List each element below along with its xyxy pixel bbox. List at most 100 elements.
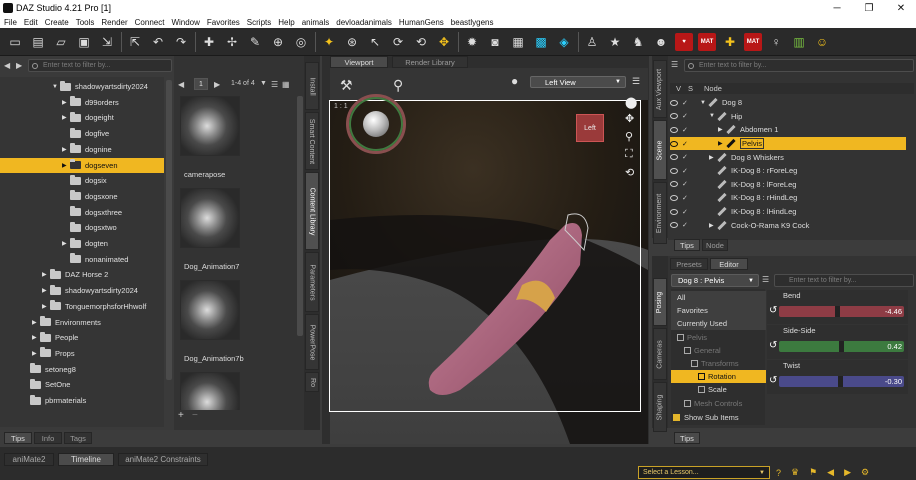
scene-node-row[interactable]: ✓ ▼ Dog 8 <box>670 96 906 110</box>
side-tab-cameras[interactable]: Cameras <box>653 328 667 380</box>
pan-icon[interactable]: ✥ <box>625 112 634 125</box>
active-pose-icon[interactable]: ✦ <box>320 33 338 51</box>
content-tree-item[interactable]: dogsxthree <box>0 205 164 220</box>
gizmo-sphere-icon[interactable] <box>363 111 389 137</box>
chevron-right-icon[interactable]: ▶ <box>32 334 40 341</box>
timeline-tab-timeline[interactable]: Timeline <box>58 453 114 466</box>
menu-edit[interactable]: Edit <box>24 18 38 27</box>
content-thumbnail[interactable] <box>180 280 240 340</box>
select-toggle-icon[interactable]: ✓ <box>682 112 692 120</box>
content-tree-item[interactable]: ▶ dognine <box>0 142 164 157</box>
visibility-eye-icon[interactable] <box>670 167 678 174</box>
rotate-2-icon[interactable]: ⟲ <box>412 33 430 51</box>
reset-icon[interactable]: ↺ <box>769 305 777 316</box>
side-tab-environment[interactable]: Environment <box>653 182 667 244</box>
chevron-right-icon[interactable]: ▶ <box>42 303 50 310</box>
chevron-right-icon[interactable]: ▶ <box>709 154 717 161</box>
scene-header-node[interactable]: Node <box>704 84 722 93</box>
chevron-down-icon[interactable]: ▼ <box>700 100 708 106</box>
visibility-eye-icon[interactable] <box>670 222 678 229</box>
remove-icon[interactable]: − <box>192 410 198 421</box>
scene-filter-input[interactable]: Enter text to filter by... <box>684 59 914 72</box>
camera-icon[interactable]: ◙ <box>486 33 504 51</box>
side-tab-scene[interactable]: Scene <box>653 120 667 180</box>
chevron-right-icon[interactable]: ▶ <box>62 162 70 169</box>
menu-help[interactable]: Help <box>278 18 294 27</box>
page-number[interactable]: 1 <box>194 78 208 90</box>
mannequin-icon[interactable]: ☺ <box>813 33 831 51</box>
chevron-right-icon[interactable]: ▶ <box>62 240 70 247</box>
timeline-tab-animate2-constraints[interactable]: aniMate2 Constraints <box>118 453 208 466</box>
menu-humangens[interactable]: HumanGens <box>399 18 444 27</box>
slider-value[interactable]: -0.30 <box>885 377 902 386</box>
scene-menu-icon[interactable]: ☰ <box>671 60 678 69</box>
orbit-icon[interactable]: ⬤ <box>625 96 637 109</box>
scene-node-row[interactable]: ✓ ▶ Pelvis <box>670 136 906 151</box>
joint-tool-icon[interactable]: ✢ <box>223 33 241 51</box>
visibility-eye-icon[interactable] <box>670 140 678 147</box>
select-toggle-icon[interactable]: ✓ <box>682 140 692 148</box>
tree-scrollbar[interactable] <box>166 80 172 380</box>
chevron-right-icon[interactable]: ▶ <box>62 146 70 153</box>
scene-node-row[interactable]: ✓ IK-Dog 8 : lHindLeg <box>670 205 906 219</box>
help-icon[interactable]: ? <box>776 468 781 478</box>
content-tree-item[interactable]: ▶ People <box>0 330 164 345</box>
slider-value[interactable]: -4.46 <box>885 307 902 316</box>
play-icon[interactable]: ▶ <box>844 467 851 478</box>
scene-header-v[interactable]: V <box>676 84 681 93</box>
scene-tab-node[interactable]: Node <box>702 239 728 251</box>
menu-render[interactable]: Render <box>101 18 127 27</box>
hat-icon[interactable]: ♛ <box>791 467 799 478</box>
view-cube[interactable]: Left <box>576 114 604 142</box>
content-thumbnail[interactable] <box>180 188 240 248</box>
content-tree-item[interactable]: ▶ Props <box>0 346 164 361</box>
property-group[interactable]: All <box>671 291 766 304</box>
thumbnail-scrollbar[interactable] <box>297 96 303 336</box>
viewport-tab-render-library[interactable]: Render Library <box>392 56 468 68</box>
save-icon[interactable]: ▣ <box>75 33 93 51</box>
content-tree-item[interactable]: ▶ dogeight <box>0 110 164 125</box>
content-tree-item[interactable]: dogfive <box>0 126 164 141</box>
visibility-eye-icon[interactable] <box>670 113 678 120</box>
content-tree-item[interactable]: setoneg8 <box>0 362 164 377</box>
content-tree-item[interactable]: dogsxone <box>0 189 164 204</box>
property-group[interactable]: Pelvis <box>671 331 766 344</box>
settings-icon[interactable]: ⚙ <box>861 467 869 478</box>
scene-node-row[interactable]: ✓ ▶ Cock-O-Rama K9 Cock <box>670 218 906 232</box>
property-group[interactable]: Favorites <box>671 304 766 318</box>
maximize-button[interactable]: ❐ <box>852 0 886 16</box>
side-tab-parameters[interactable]: Parameters <box>305 252 319 312</box>
side-tab-posing[interactable]: Posing <box>653 278 667 326</box>
scene-node-row[interactable]: ✓ IK-Dog 8 : rHindLeg <box>670 191 906 205</box>
slider-side-side[interactable]: Side-Side ↺ 0.42 <box>767 325 908 359</box>
visibility-eye-icon[interactable] <box>670 126 678 133</box>
content-tree-item[interactable]: ▶ Environments <box>0 315 164 330</box>
bottom-tab-info[interactable]: Info <box>34 432 62 444</box>
frame-icon[interactable]: ⛶ <box>625 148 633 161</box>
content-tree-item[interactable]: ▶ DAZ Horse 2 <box>0 267 164 282</box>
scene-node-row[interactable]: ✓ ▼ Hip <box>670 110 906 124</box>
select-icon[interactable]: ↖ <box>366 33 384 51</box>
content-thumbnail[interactable] <box>180 96 240 156</box>
flag-icon[interactable]: ⚑ <box>809 467 817 478</box>
open-folder-icon[interactable]: ▱ <box>52 33 70 51</box>
posing-tab-presets[interactable]: Presets <box>670 258 708 270</box>
list-view-icon[interactable]: ☰ <box>271 80 278 89</box>
property-group[interactable]: Rotation <box>671 370 766 384</box>
select-toggle-icon[interactable]: ✓ <box>682 126 692 134</box>
undo-icon[interactable]: ↶ <box>149 33 167 51</box>
menu-window[interactable]: Window <box>171 18 199 27</box>
content-thumbnail[interactable] <box>180 372 240 410</box>
rotation-gizmo[interactable] <box>346 94 406 154</box>
light-icon[interactable]: ✹ <box>463 33 481 51</box>
mat-collect-icon[interactable]: MAT <box>744 32 762 51</box>
open-file-icon[interactable]: ▤ <box>29 33 47 51</box>
timeline-tab-animate2[interactable]: aniMate2 <box>4 453 54 466</box>
select-toggle-icon[interactable]: ✓ <box>682 208 692 216</box>
chevron-right-icon[interactable]: ▶ <box>42 271 50 278</box>
portrait-icon[interactable]: ☻ <box>652 33 670 51</box>
menu-tools[interactable]: Tools <box>76 18 95 27</box>
content-tree-item[interactable]: ▶ d99orders <box>0 95 164 110</box>
next-page-icon[interactable]: ▶ <box>214 80 220 89</box>
property-group[interactable]: Mesh Controls <box>671 397 766 410</box>
